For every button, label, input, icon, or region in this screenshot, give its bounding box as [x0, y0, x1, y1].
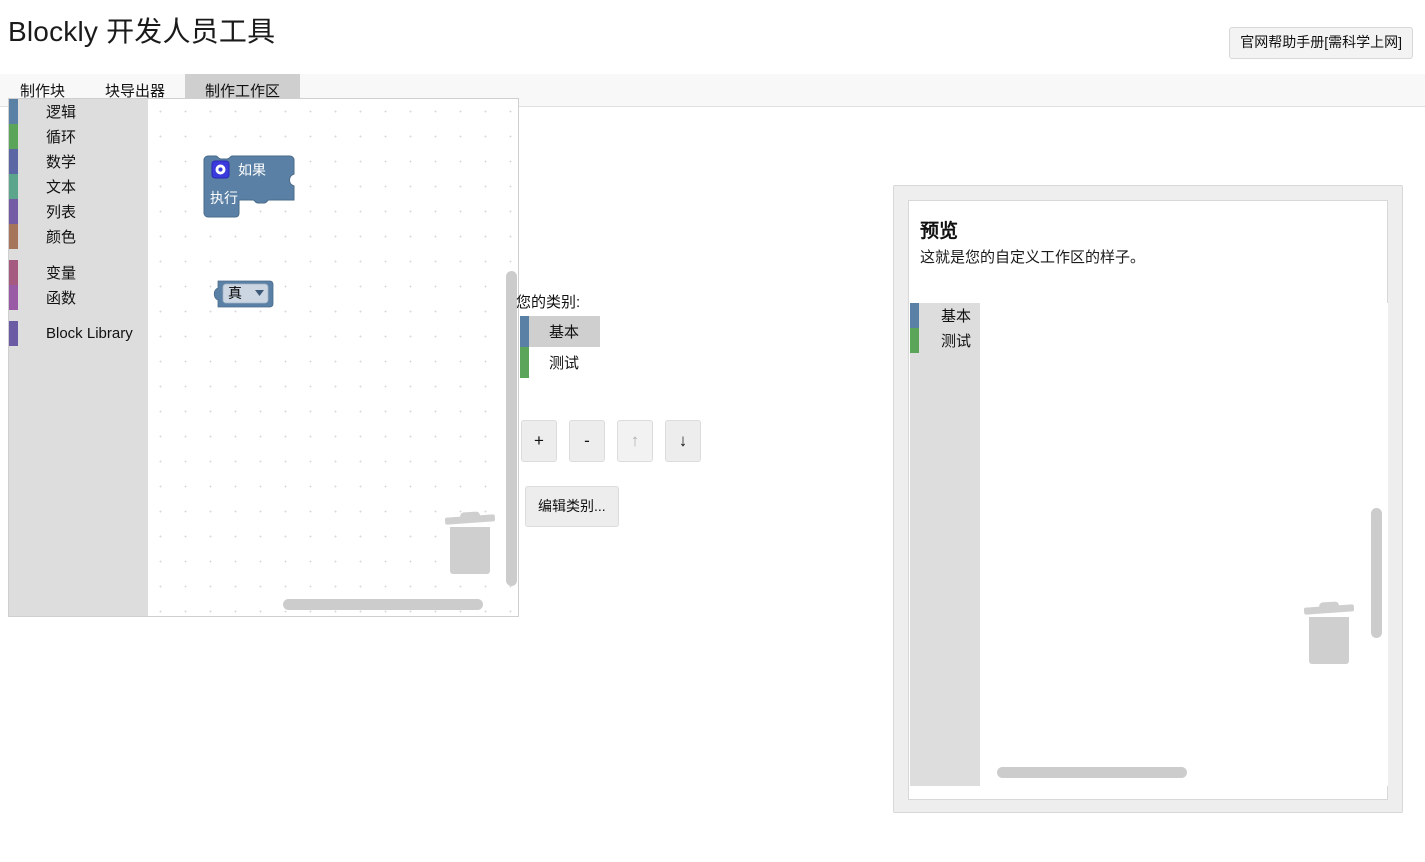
preview-vertical-scrollbar[interactable] [1371, 508, 1382, 638]
toolbox-category-loops[interactable]: 循环 [9, 124, 148, 149]
category-color-swatch [9, 321, 18, 346]
trashcan-icon[interactable] [444, 511, 496, 574]
category-label: 文本 [46, 179, 77, 196]
toolbox-category-math[interactable]: 数学 [9, 149, 148, 174]
toolbox-category-colour[interactable]: 颜色 [9, 224, 148, 249]
category-color-swatch [9, 224, 18, 249]
your-category-test[interactable]: 测试 [520, 347, 600, 378]
category-color-swatch [9, 285, 18, 310]
category-color-swatch [9, 174, 18, 199]
category-separator [9, 249, 148, 260]
block-controls-if[interactable]: 如果 执行 [203, 155, 324, 218]
preview-inner: 预览 这就是您的自定义工作区的样子。 基本 测试 [908, 200, 1388, 800]
toolbox-category-logic[interactable]: 逻辑 [9, 99, 148, 124]
page-title: Blockly 开发人员工具 [8, 16, 276, 47]
your-category-basic[interactable]: 基本 [520, 316, 600, 347]
category-color-swatch [520, 347, 529, 378]
preview-blockly-canvas[interactable] [980, 303, 1388, 786]
category-label: 基本 [941, 308, 972, 325]
block-logic-boolean[interactable]: 真 [210, 279, 276, 309]
editor-blockly-canvas[interactable]: 如果 执行 真 [148, 99, 518, 616]
block-if-label: 如果 [238, 162, 266, 178]
category-label: 逻辑 [46, 104, 77, 121]
category-action-buttons: + - ↑ ↓ [521, 420, 701, 462]
toolbox-category-block-library[interactable]: Block Library [9, 321, 148, 346]
category-color-swatch [520, 316, 529, 347]
move-category-down-button[interactable]: ↓ [665, 420, 701, 462]
workspace-horizontal-scrollbar[interactable] [283, 599, 483, 610]
category-label: 变量 [46, 265, 77, 282]
category-color-swatch [9, 260, 18, 285]
category-label: 测试 [549, 355, 580, 372]
preview-horizontal-scrollbar[interactable] [997, 767, 1187, 778]
preview-category-test[interactable]: 测试 [910, 328, 980, 353]
move-category-up-button[interactable]: ↑ [617, 420, 653, 462]
your-categories-label: 您的类别: [516, 294, 581, 311]
preview-workspace[interactable]: 基本 测试 [910, 303, 1388, 786]
trashcan-icon[interactable] [1303, 601, 1355, 664]
preview-heading: 预览 [920, 221, 959, 242]
edit-category-button[interactable]: 编辑类别... [525, 486, 619, 527]
block-do-label: 执行 [210, 190, 238, 206]
toolbox-category-functions[interactable]: 函数 [9, 285, 148, 310]
category-label: 基本 [549, 324, 580, 341]
category-color-swatch [910, 328, 919, 353]
category-label: 颜色 [46, 229, 77, 246]
preview-category-basic[interactable]: 基本 [910, 303, 980, 328]
category-label: 函数 [46, 290, 77, 307]
category-color-swatch [9, 99, 18, 124]
help-manual-button[interactable]: 官网帮助手册[需科学上网] [1229, 27, 1413, 59]
category-label: 列表 [46, 204, 77, 221]
editor-toolbox-category-list: 逻辑 循环 数学 文本 列表 颜色 变量 函数 Block Library [9, 99, 148, 616]
category-color-swatch [9, 124, 18, 149]
category-separator [9, 310, 148, 321]
toolbox-category-variables[interactable]: 变量 [9, 260, 148, 285]
preview-panel: 预览 这就是您的自定义工作区的样子。 基本 测试 [893, 185, 1403, 813]
category-label: 数学 [46, 154, 77, 171]
workspace-vertical-scrollbar[interactable] [506, 271, 517, 586]
remove-category-button[interactable]: - [569, 420, 605, 462]
toolbox-category-text[interactable]: 文本 [9, 174, 148, 199]
preview-subtitle: 这就是您的自定义工作区的样子。 [920, 249, 1146, 266]
add-category-button[interactable]: + [521, 420, 557, 462]
category-color-swatch [9, 149, 18, 174]
toolbox-category-lists[interactable]: 列表 [9, 199, 148, 224]
boolean-value-label: 真 [228, 285, 242, 301]
category-label: Block Library [46, 325, 133, 342]
category-color-swatch [910, 303, 919, 328]
toolbox-workspace[interactable]: 逻辑 循环 数学 文本 列表 颜色 变量 函数 Block Library 如果… [8, 98, 519, 617]
category-label: 循环 [46, 129, 77, 146]
category-label: 测试 [941, 333, 972, 350]
your-categories-list: 基本 测试 [520, 316, 600, 378]
category-color-swatch [9, 199, 18, 224]
app-header: Blockly 开发人员工具 官网帮助手册[需科学上网] [0, 0, 1425, 72]
preview-toolbox-category-list: 基本 测试 [910, 303, 980, 786]
